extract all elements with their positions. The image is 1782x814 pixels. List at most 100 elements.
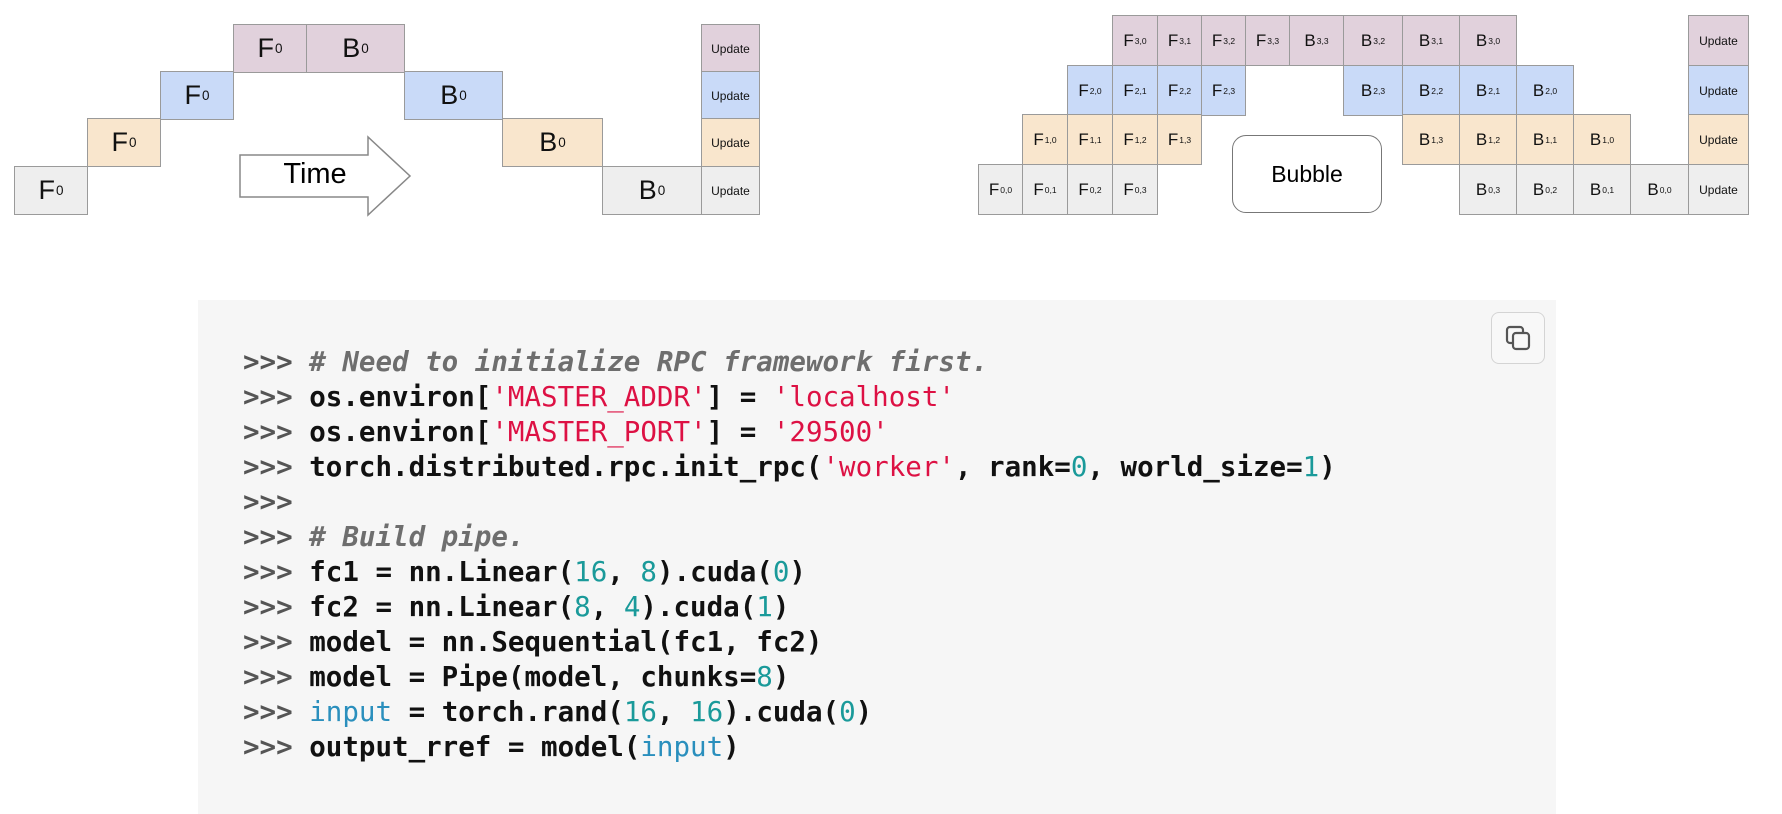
backward-cell: B 2,1 [1459,65,1517,116]
code-token-plain: ) [772,591,790,623]
update-cell: Update [1688,65,1749,116]
code-token-plain: os.environ[ [309,416,492,448]
code-token-plain: model = Pipe(model, chunks= [309,661,757,693]
code-token-plain: ] = [706,416,773,448]
forward-cell: F 1,2 [1112,114,1158,165]
code-token-string: 'MASTER_PORT' [491,416,707,448]
forward-cell: F 0,2 [1067,164,1113,215]
code-line: >>> # Need to initialize RPC framework f… [243,345,1336,380]
code-token-prompt: >>> [243,346,310,378]
code-line: >>> fc2 = nn.Linear(8, 4).cuda(1) [243,590,1336,625]
code-token-comment: # Need to initialize RPC framework first… [309,346,989,378]
backward-cell: B 2,0 [1516,65,1574,116]
backward-cell: B 3,1 [1402,15,1460,66]
forward-cell: F 0,1 [1022,164,1068,215]
code-token-plain: ).cuda( [656,556,773,588]
code-token-plain: , rank= [954,451,1071,483]
forward-cell: F 3,2 [1201,15,1246,66]
code-token-number: 16 [623,696,657,728]
code-line: >>> os.environ['MASTER_ADDR'] = 'localho… [243,380,1336,415]
backward-cell: B0 [306,24,405,73]
code-line: >>> fc1 = nn.Linear(16, 8).cuda(0) [243,555,1336,590]
code-token-number: 1 [1302,451,1320,483]
code-block: >>> # Need to initialize RPC framework f… [198,300,1556,814]
code-token-string: 'MASTER_ADDR' [491,381,707,413]
backward-cell: B 3,2 [1343,15,1403,66]
copy-icon [1505,325,1531,351]
forward-cell: F 1,0 [1022,114,1068,165]
code-token-plain: output_rref = model( [309,731,641,763]
code-line: >>> model = Pipe(model, chunks=8) [243,660,1336,695]
code-token-number: 8 [574,591,591,623]
code-token-number: 16 [690,696,724,728]
code-token-number: 0 [839,696,856,728]
forward-cell: F 2,3 [1201,65,1246,116]
code-token-number: 4 [623,591,641,623]
forward-cell: F 0,3 [1112,164,1158,215]
code-line: >>> output_rref = model(input) [243,730,1336,765]
forward-cell: F 3,3 [1245,15,1290,66]
code-token-prompt: >>> [243,591,310,623]
code-token-prompt: >>> [243,556,310,588]
backward-cell: B 1,1 [1516,114,1574,165]
code-token-plain: , [607,556,641,588]
code-token-plain: , [656,696,691,728]
forward-cell: F 3,1 [1157,15,1202,66]
code-token-number: 0 [1070,451,1088,483]
forward-cell: F 0,0 [978,164,1023,215]
forward-cell: F 2,2 [1157,65,1202,116]
forward-cell: F 3,0 [1112,15,1158,66]
backward-cell: B 1,0 [1573,114,1631,165]
code-token-plain: model = nn.Sequential(fc1, fc2) [309,626,823,658]
code-token-plain: ) [855,696,873,728]
code-token-string: 'worker' [822,451,955,483]
code-token-number: 0 [772,556,790,588]
forward-cell: F0 [87,118,161,167]
backward-cell: B 1,2 [1459,114,1517,165]
code-token-plain: ) [1319,451,1336,483]
backward-cell: B 1,3 [1402,114,1460,165]
code-token-number: 1 [756,591,773,623]
forward-cell: F0 [233,24,307,73]
forward-cell: F0 [14,166,88,215]
backward-cell: B0 [404,71,503,120]
update-cell: Update [1688,15,1749,66]
code-line: >>> torch.distributed.rpc.init_rpc('work… [243,450,1336,485]
code-token-prompt: >>> [243,521,310,553]
code-token-number: 16 [574,556,608,588]
code-token-prompt: >>> [243,381,310,413]
backward-cell: B 0,0 [1630,164,1689,215]
copy-button[interactable] [1491,312,1545,364]
code-token-plain: = torch.rand( [392,696,624,728]
code-token-plain: ) [723,731,740,763]
forward-cell: F 1,3 [1157,114,1202,165]
time-label: Time [283,158,347,190]
code-token-prompt: >>> [243,451,310,483]
code-token-plain: torch.distributed.rpc.init_rpc( [309,451,823,483]
code-token-prompt: >>> [243,661,310,693]
forward-cell: F0 [160,71,234,120]
backward-cell: B 0,1 [1573,164,1631,215]
backward-cell: B 2,2 [1402,65,1460,116]
code-token-plain: os.environ[ [309,381,492,413]
code-token-plain: ) [772,661,790,693]
code-token-string: 'localhost' [772,381,955,413]
code-token-plain: fc2 = nn.Linear( [309,591,575,623]
update-cell: Update [701,166,760,215]
forward-cell: F 2,0 [1067,65,1113,116]
code-token-comment: # Build pipe. [309,521,525,553]
code-token-prompt: >>> [243,416,310,448]
code-token-number: 8 [640,556,657,588]
code-content: >>> # Need to initialize RPC framework f… [243,345,1336,765]
backward-cell: B 3,0 [1459,15,1517,66]
forward-cell: F 1,1 [1067,114,1113,165]
code-token-builtin: input [309,696,393,728]
code-token-plain: , world_size= [1087,451,1303,483]
code-token-number: 8 [756,661,773,693]
update-cell: Update [701,24,760,73]
code-token-builtin: input [640,731,724,763]
code-line: >>> input = torch.rand(16, 16).cuda(0) [243,695,1336,730]
code-line: >>> # Build pipe. [243,520,1336,555]
update-cell: Update [701,71,760,120]
code-token-prompt: >>> [243,626,310,658]
